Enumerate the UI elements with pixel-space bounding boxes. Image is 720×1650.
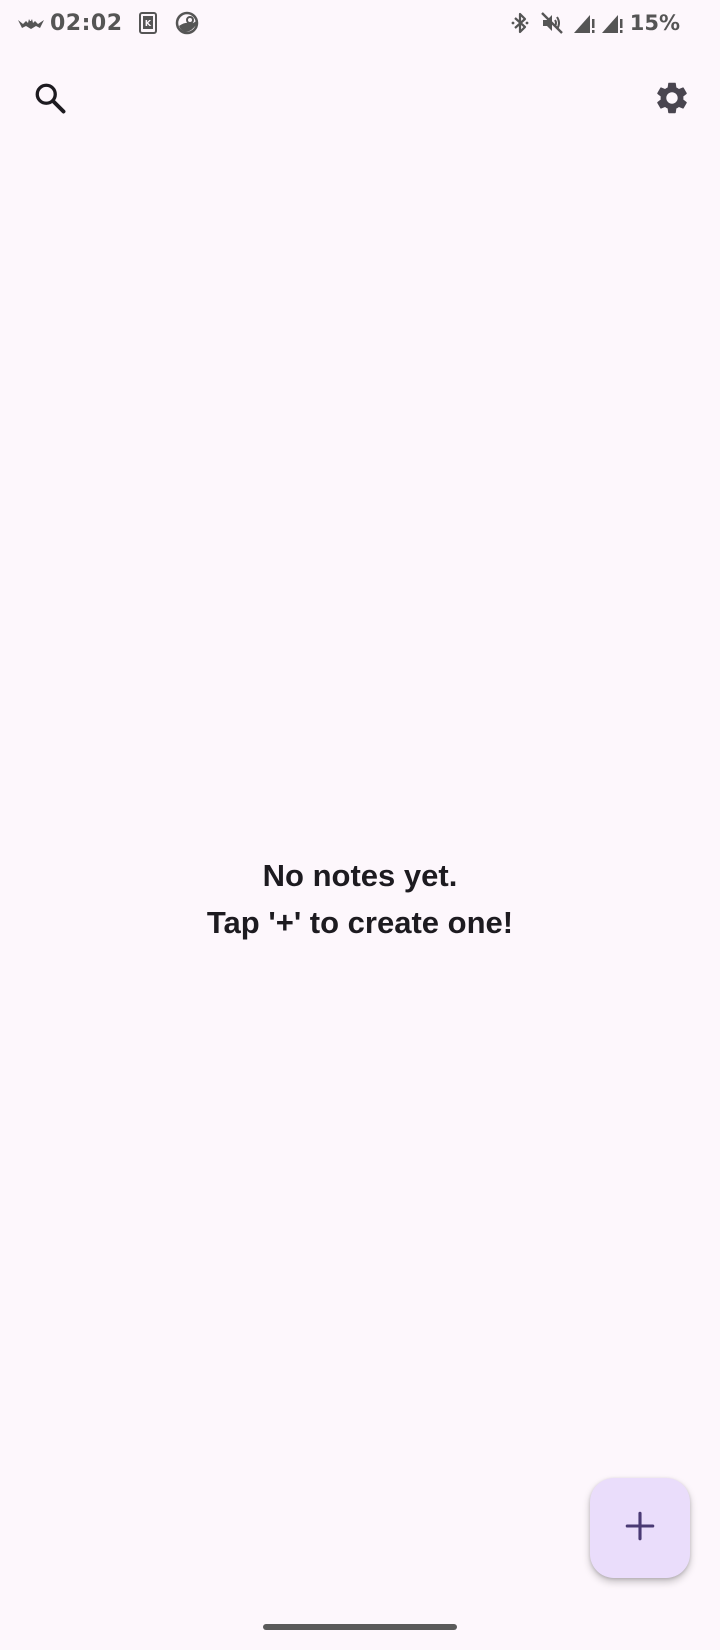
signal-icon [572,11,596,35]
empty-state-line1: No notes yet. [262,858,458,893]
top-app-bar [0,60,720,140]
notes-screen: 02:02 K 15% No notes yet. Tap '+' to cre… [0,0,720,1650]
search-button[interactable] [22,72,78,128]
empty-state-line2: Tap '+' to create one! [206,905,514,940]
kindle-app-icon: K [138,12,157,34]
bluetooth-icon [510,11,530,35]
battery-percentage: 15% [629,11,680,35]
plus-icon [623,1509,657,1548]
add-note-button[interactable] [590,1478,690,1578]
bat-icon [18,16,44,30]
gesture-navigation-bar[interactable] [263,1624,457,1630]
steam-app-icon [175,11,199,35]
gear-icon [653,79,691,122]
status-left: 02:02 K [18,6,199,40]
search-icon [32,80,68,121]
empty-state-message: No notes yet. Tap '+' to create one! [0,852,720,946]
svg-text:K: K [144,19,151,28]
settings-button[interactable] [644,72,700,128]
signal-icon-2 [600,11,624,35]
status-time: 02:02 [50,10,123,36]
mute-icon [540,11,564,35]
status-right: 15% [510,6,680,40]
status-bar: 02:02 K 15% [0,0,720,48]
